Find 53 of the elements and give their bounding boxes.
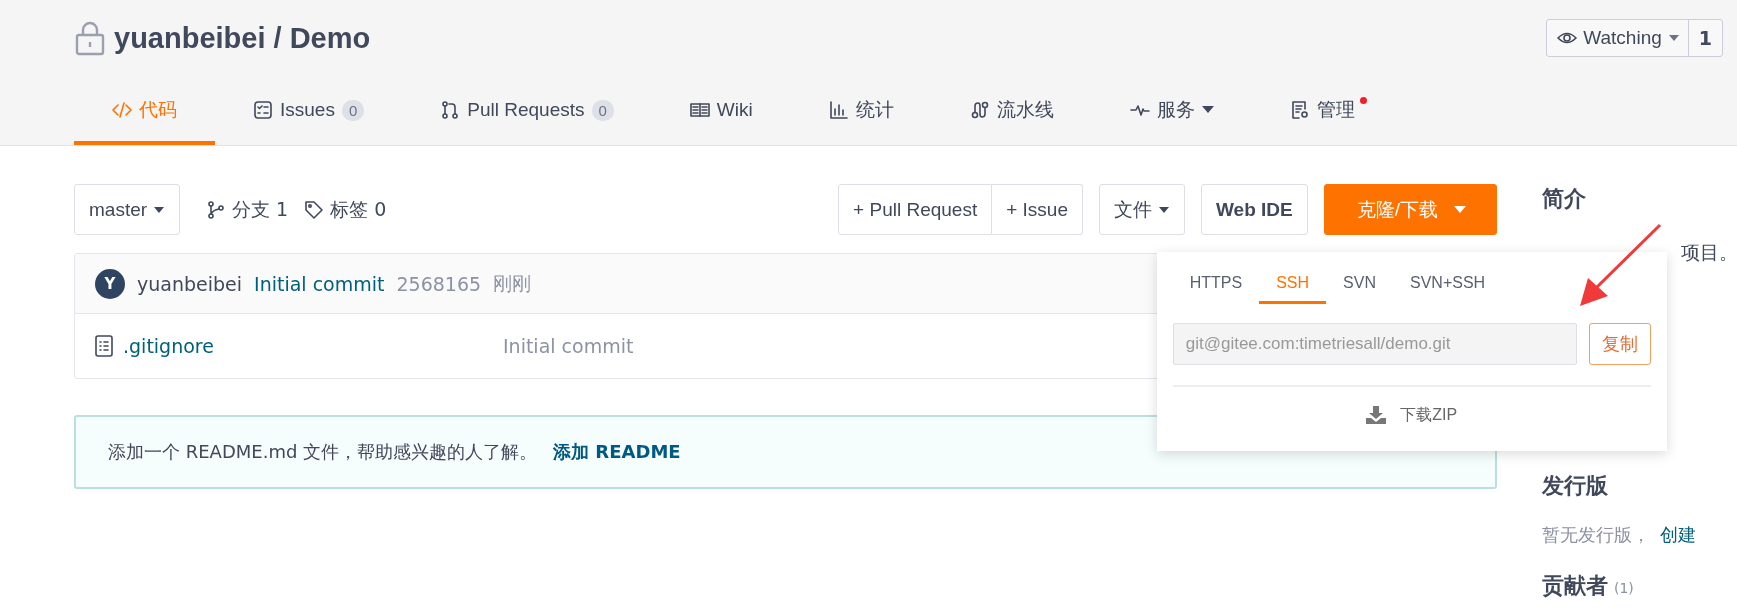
nav-tab[interactable]: 流水线 (931, 79, 1092, 145)
nav-tab[interactable]: 管理 (1251, 79, 1393, 145)
count-badge: 0 (591, 99, 614, 121)
notice-text: 添加一个 README.md 文件，帮助感兴趣的人了解。 (108, 440, 538, 464)
pull-request-icon (440, 100, 461, 120)
author-link[interactable]: yuanbeibei (137, 272, 243, 295)
protocol-tab[interactable]: SVN+SSH (1393, 262, 1503, 304)
watch-count[interactable]: 1 (1687, 20, 1722, 56)
file-commit-message: Initial commit (503, 335, 634, 357)
section-title: 简介 (1542, 185, 1587, 213)
file-dropdown[interactable]: 文件 (1099, 184, 1185, 235)
caret-icon (153, 205, 166, 214)
branches-link[interactable]: 分支 1 (206, 196, 289, 223)
branch-dropdown[interactable]: master (74, 184, 181, 235)
caret-icon (1667, 34, 1680, 42)
file-name-link[interactable]: .gitignore (123, 335, 214, 357)
intro-text: 项目。 (1680, 240, 1737, 265)
nav-tab[interactable]: 统计 (790, 79, 932, 145)
nav-tab[interactable]: 服务 (1091, 79, 1252, 145)
branch-icon (206, 199, 227, 220)
book-icon (689, 100, 710, 120)
protocol-tab[interactable]: HTTPS (1172, 262, 1260, 304)
download-zip-button[interactable]: 下载ZIP (1172, 387, 1651, 443)
code-icon (112, 100, 132, 120)
bar-chart-icon (828, 100, 849, 120)
file-icon (95, 335, 113, 357)
create-release-link[interactable]: 创建 (1660, 523, 1696, 547)
count-badge: 0 (341, 99, 365, 121)
document-gear-icon (1289, 100, 1310, 120)
pipeline-icon (969, 100, 990, 120)
nav-tab[interactable]: Wiki (651, 79, 791, 145)
new-item-button[interactable]: + Issue (992, 184, 1083, 235)
section-title: 发行版 (1542, 472, 1609, 500)
section-title: 贡献者 (1542, 572, 1608, 600)
repo-title[interactable]: yuanbeibei / Demo (114, 21, 371, 55)
download-icon (1366, 406, 1387, 424)
nav-tab[interactable]: Pull Requests 0 (402, 79, 652, 145)
web-ide-button[interactable]: Web IDE (1201, 184, 1308, 235)
commit-message-link[interactable]: Initial commit (254, 272, 385, 295)
caret-icon (1454, 205, 1466, 214)
new-item-button[interactable]: + Pull Request (838, 184, 993, 235)
caret-icon (1158, 205, 1170, 214)
contributor-count: (1) (1614, 580, 1634, 596)
tags-link[interactable]: 标签 0 (304, 196, 387, 223)
tag-icon (304, 199, 325, 220)
commit-time: 刚刚 (493, 270, 532, 296)
add-readme-link[interactable]: 添加 README (553, 440, 681, 464)
avatar[interactable]: Y (95, 268, 125, 299)
protocol-tab[interactable]: SVN (1326, 262, 1393, 304)
checklist-icon (253, 100, 273, 120)
nav-tab[interactable]: Issues 0 (215, 79, 403, 145)
releases-text: 暂无发行版， (1542, 523, 1650, 547)
watch-button[interactable]: Watching (1547, 20, 1688, 56)
